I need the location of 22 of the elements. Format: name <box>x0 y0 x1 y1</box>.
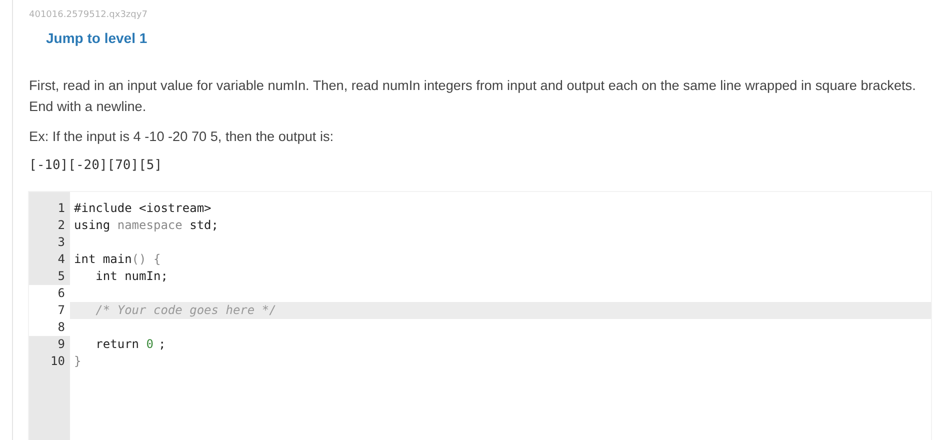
code-line: int main() { <box>73 251 162 268</box>
code-line: } <box>73 353 82 370</box>
code-line: return 0 ; <box>94 336 167 353</box>
instruction-text: Ex: If the input is 4 -10 -20 70 5, then the output is: <box>29 128 335 146</box>
line-number: 7 <box>29 302 70 319</box>
line-number: 1 <box>56 200 66 217</box>
line-number: 3 <box>56 234 66 251</box>
line-number: 9 <box>56 336 66 353</box>
code-line: using namespace std; <box>73 217 220 234</box>
activity-id: 401016.2579512.qx3zqy7 <box>29 10 148 22</box>
jump-to-level-link[interactable]: Jump to level 1 <box>46 30 148 46</box>
code-line: int numIn; <box>94 268 169 285</box>
line-number: 2 <box>56 217 66 234</box>
line-number: 6 <box>29 285 70 302</box>
code-editor[interactable]: 1 #include <iostream> 2 using namespace std; 3 4 int main() { 5 int numIn; 6 7 /* Your code goes here */ 8 9 return 0 ; 10 } <box>29 192 931 440</box>
line-number: 4 <box>56 251 66 268</box>
line-number: 10 <box>50 353 66 370</box>
line-number: 5 <box>56 268 66 285</box>
example-output: [-10][-20][70][5] <box>29 158 164 173</box>
code-line: #include <iostream> <box>73 200 212 217</box>
line-number: 8 <box>29 319 70 336</box>
instruction-text: First, read in an input value for variable numIn. Then, read numIn integers from input and output each on the same line wrapped in square brackets. End with a newline. <box>29 77 917 116</box>
